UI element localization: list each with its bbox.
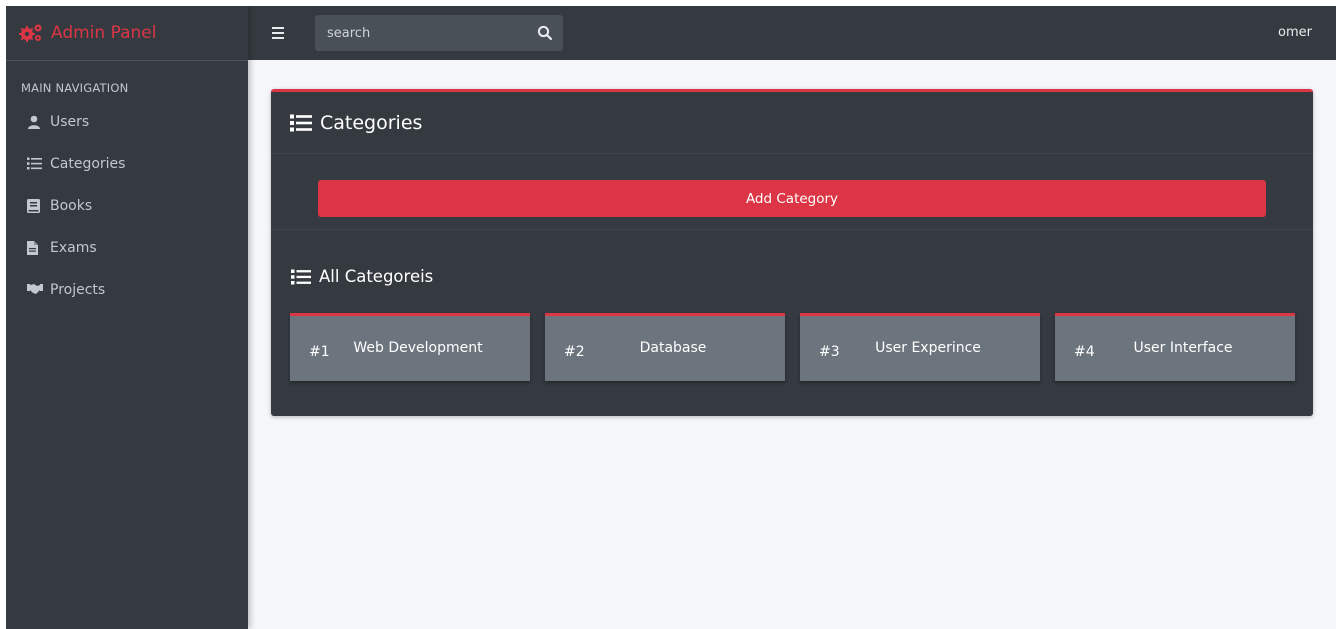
sidebar-item-books[interactable]: Books [6, 185, 248, 227]
file-icon [27, 241, 42, 255]
search-box [315, 15, 563, 51]
category-list: #1 Web Development #2 Database #3 User E… [290, 313, 1295, 381]
card-header: Categories [271, 92, 1313, 154]
divider [271, 229, 1313, 230]
list-icon [290, 114, 312, 132]
search-icon[interactable] [537, 25, 553, 41]
list-icon [291, 269, 311, 285]
category-card[interactable]: #3 User Experince [800, 313, 1040, 381]
card-title: Categories [320, 111, 423, 134]
sidebar-item-label: Projects [50, 282, 106, 298]
sidebar-item-exams[interactable]: Exams [6, 227, 248, 269]
sidebar-item-projects[interactable]: Projects [6, 269, 248, 311]
app: Admin Panel MAIN NAVIGATION Users Catego… [6, 6, 1336, 629]
sidebar-item-label: Exams [50, 240, 97, 256]
user-icon [27, 115, 42, 129]
search-input[interactable] [315, 15, 515, 51]
categories-card: Categories Add Category All Categoreis #… [271, 89, 1313, 416]
topbar: omer [248, 6, 1336, 60]
category-name: User Interface [1133, 340, 1233, 356]
category-card[interactable]: #4 User Interface [1055, 313, 1295, 381]
section-title-label: All Categoreis [319, 267, 434, 286]
sidebar-item-label: Books [50, 198, 93, 214]
category-card[interactable]: #1 Web Development [290, 313, 530, 381]
sidebar-item-label: Users [50, 114, 90, 130]
cogs-icon [19, 23, 43, 43]
category-name: Database [639, 340, 707, 356]
category-name: Web Development [353, 340, 483, 356]
book-icon [27, 199, 42, 213]
handshake-icon [27, 283, 43, 297]
category-name: User Experince [875, 340, 981, 356]
bars-icon[interactable] [272, 26, 290, 40]
nav-header: MAIN NAVIGATION [21, 81, 129, 95]
user-menu[interactable]: omer [1278, 25, 1312, 40]
sidebar: Admin Panel MAIN NAVIGATION Users Catego… [6, 6, 248, 629]
sidebar-item-label: Categories [50, 156, 126, 172]
sidebar-item-categories[interactable]: Categories [6, 143, 248, 185]
section-title: All Categoreis [291, 267, 433, 286]
sidebar-item-users[interactable]: Users [6, 101, 248, 143]
add-category-button[interactable]: Add Category [318, 180, 1266, 217]
category-card[interactable]: #2 Database [545, 313, 785, 381]
brand-title: Admin Panel [51, 23, 157, 43]
list-icon [27, 157, 42, 171]
brand-link[interactable]: Admin Panel [6, 6, 248, 61]
